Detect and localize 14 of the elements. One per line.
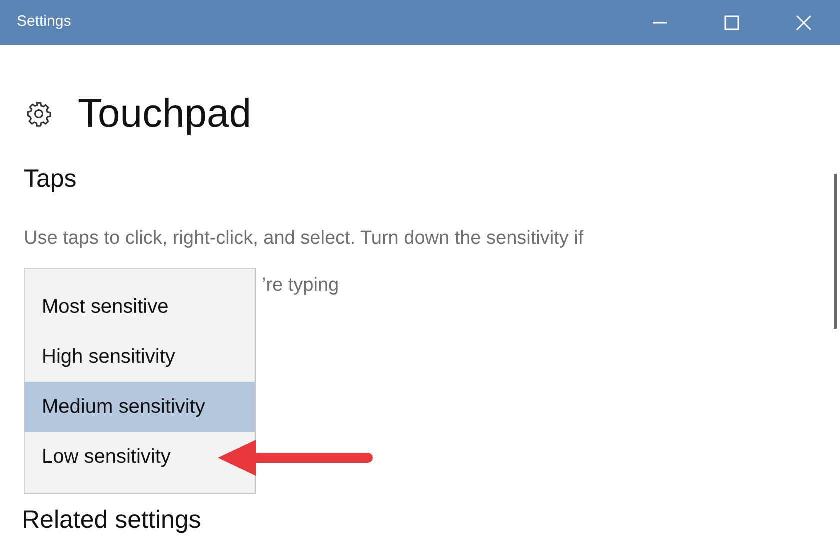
maximize-icon [724,14,740,30]
minimize-icon [652,22,668,24]
dropdown-option[interactable]: Medium sensitivity [25,382,255,432]
dropdown-option[interactable]: Most sensitive [25,282,175,332]
window-title: Settings [17,12,72,32]
section-heading: Related settings [22,504,202,536]
close-icon [796,14,812,30]
dropdown-option[interactable]: Low sensitivity [25,432,177,482]
page-title: Touchpad [78,91,252,138]
description-text: Use taps to click, right-click, and select. Turn down the sensitivity if [24,227,585,251]
dropdown-option[interactable]: High sensitivity [25,332,182,382]
settings-icon [26,101,52,127]
description-text: ’re typing [262,274,340,298]
section-heading: Taps [24,164,78,195]
